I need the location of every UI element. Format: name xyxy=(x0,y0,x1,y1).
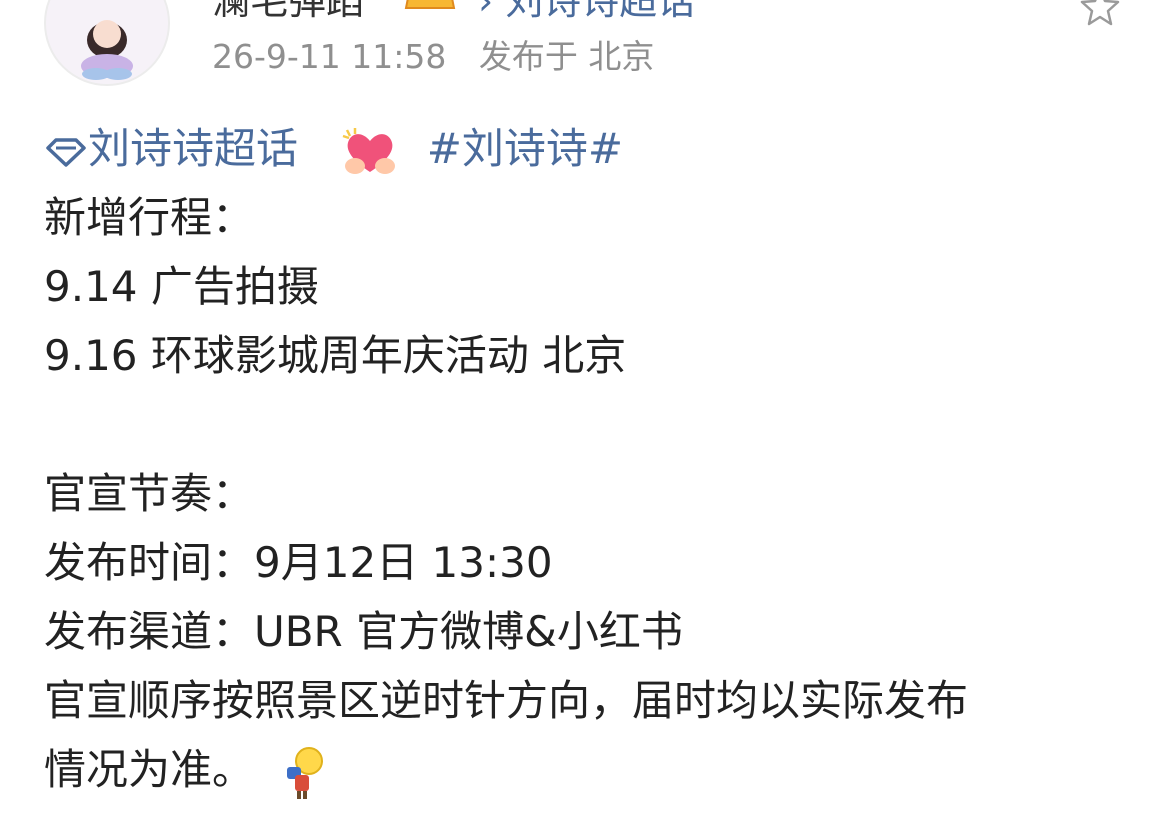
post-header: 澜毛弹蹈 › 刘诗诗超话 26-9-11 11:58 发布于 北京 xyxy=(0,0,1170,100)
hashtag-link[interactable]: #刘诗诗# xyxy=(427,124,623,173)
text-line: 情况为准。 xyxy=(44,745,255,794)
star-icon[interactable] xyxy=(1080,0,1120,26)
last-line: 情况为准。 xyxy=(44,735,1134,804)
topic-line: 刘诗诗超话 #刘诗诗# xyxy=(44,114,1134,183)
supertopic-link[interactable]: 刘诗诗超话 xyxy=(44,124,311,173)
topic-label: 刘诗诗超话 xyxy=(505,0,696,23)
crown-badge-icon xyxy=(404,0,456,9)
text-line: 官宣节奏： xyxy=(44,469,255,518)
post-meta: 26-9-11 11:58 发布于 北京 xyxy=(212,30,654,78)
topic-link[interactable]: › 刘诗诗超话 xyxy=(478,0,695,25)
username[interactable]: 澜毛弹蹈 xyxy=(212,0,364,25)
location: 发布于 北京 xyxy=(478,37,655,76)
lightbulb-person-emoji xyxy=(287,746,324,799)
text-line: 9.14 广告拍摄 xyxy=(44,262,319,311)
heart-hands-emoji xyxy=(342,127,396,174)
text-line: 9.16 环球影城周年庆活动 北京 xyxy=(44,331,627,380)
arrow-icon: › xyxy=(478,0,494,23)
timestamp: 26-9-11 11:58 xyxy=(212,37,447,76)
supertopic-label: 刘诗诗超话 xyxy=(88,124,299,173)
text-line: 新增行程： xyxy=(44,193,255,242)
text-line: 发布渠道：UBR 官方微博&小红书 xyxy=(44,607,683,656)
post-content: 刘诗诗超话 #刘诗诗# 新增行程： 9.14 广告拍摄 9.16 环球影城周年庆… xyxy=(44,114,1134,804)
text-line: 官宣顺序按照景区逆时针方向，届时均以实际发布 xyxy=(44,676,969,725)
text-line: 发布时间：9月12日 13:30 xyxy=(44,538,553,587)
diamond-icon xyxy=(46,137,86,167)
avatar[interactable] xyxy=(44,0,170,86)
